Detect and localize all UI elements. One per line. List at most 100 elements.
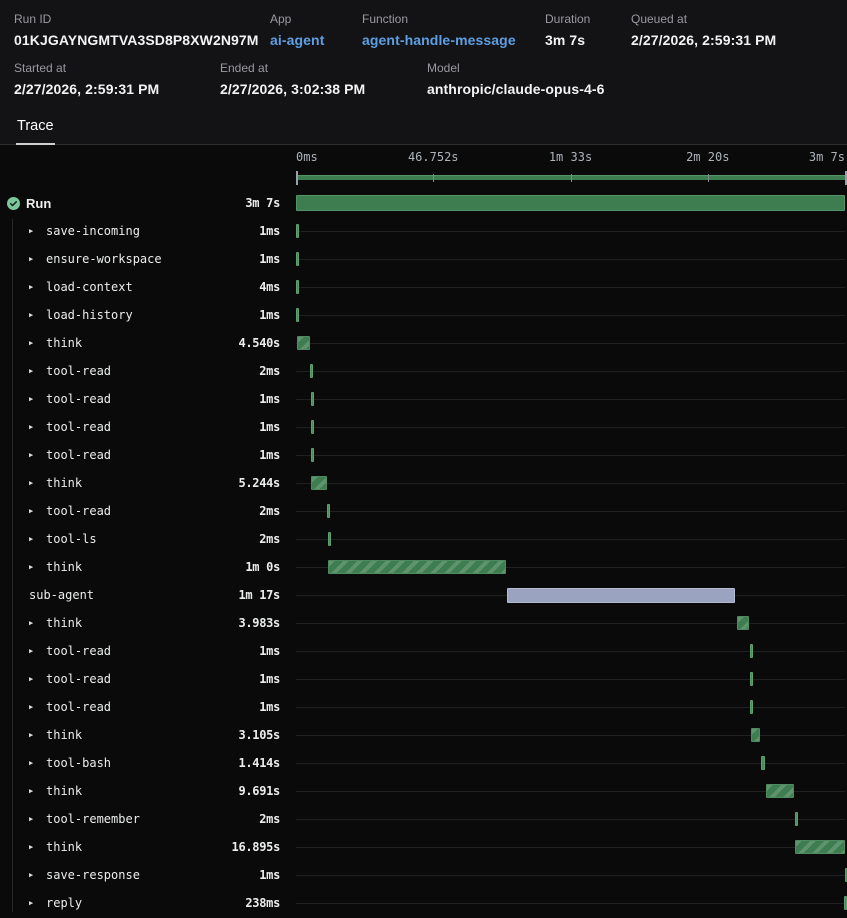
trace-panel: 0ms46.752s1m 33s2m 20s3m 7s Run3m 7s▶sav…	[0, 145, 847, 917]
span-name: think	[46, 476, 82, 490]
axis-tick-label: 3m 7s	[809, 150, 845, 164]
span-bar-load-history[interactable]	[296, 308, 299, 322]
span-row-tool-read[interactable]: ▶tool-read1ms	[0, 665, 847, 693]
expand-caret-icon[interactable]: ▶	[29, 424, 39, 431]
field-app: App ai-agent	[270, 12, 362, 48]
span-bar-tool-ls[interactable]	[328, 532, 331, 546]
expand-caret-icon[interactable]: ▶	[29, 816, 39, 823]
span-name: Run	[26, 196, 51, 211]
span-name: reply	[46, 896, 82, 910]
span-bar-tool-read[interactable]	[311, 420, 314, 434]
track-guide-line	[296, 651, 845, 652]
span-row-think[interactable]: ▶think1m 0s	[0, 553, 847, 581]
minimap-tick	[433, 174, 434, 182]
span-row-label-cell: sub-agent1m 17s	[0, 581, 293, 609]
span-name: think	[46, 616, 82, 630]
expand-caret-icon[interactable]: ▶	[29, 844, 39, 851]
span-bar-tool-read[interactable]	[310, 364, 313, 378]
expand-caret-icon[interactable]: ▶	[29, 900, 39, 907]
span-row-tool-read[interactable]: ▶tool-read1ms	[0, 385, 847, 413]
span-duration: 1ms	[259, 868, 280, 882]
expand-caret-icon[interactable]: ▶	[29, 872, 39, 879]
span-row-tool-read[interactable]: ▶tool-read1ms	[0, 441, 847, 469]
span-row-reply[interactable]: ▶ reply 238ms	[0, 889, 847, 917]
span-row-tool-read[interactable]: ▶tool-read2ms	[0, 497, 847, 525]
expand-caret-icon[interactable]: ▶	[29, 508, 39, 515]
span-track	[293, 273, 847, 301]
span-row-think[interactable]: ▶think4.540s	[0, 329, 847, 357]
expand-caret-icon[interactable]: ▶	[29, 564, 39, 571]
expand-caret-icon[interactable]: ▶	[29, 536, 39, 543]
function-link[interactable]: agent-handle-message	[362, 32, 545, 48]
span-row-run[interactable]: Run3m 7s	[0, 189, 847, 217]
span-bar-tool-bash[interactable]	[761, 756, 765, 770]
expand-caret-icon[interactable]: ▶	[29, 480, 39, 487]
span-track	[293, 357, 847, 385]
span-track	[293, 637, 847, 665]
expand-caret-icon[interactable]: ▶	[29, 340, 39, 347]
expand-caret-icon[interactable]: ▶	[29, 788, 39, 795]
span-row-tool-read[interactable]: ▶tool-read1ms	[0, 637, 847, 665]
span-bar-save-incoming[interactable]	[296, 224, 299, 238]
span-row-tool-bash[interactable]: ▶tool-bash1.414s	[0, 749, 847, 777]
span-bar-load-context[interactable]	[296, 280, 299, 294]
span-row-load-context[interactable]: ▶load-context4ms	[0, 273, 847, 301]
span-bar-tool-read[interactable]	[750, 672, 753, 686]
span-row-sub-agent[interactable]: sub-agent1m 17s	[0, 581, 847, 609]
span-row-tool-read[interactable]: ▶tool-read1ms	[0, 693, 847, 721]
span-row-tool-read[interactable]: ▶tool-read2ms	[0, 357, 847, 385]
expand-caret-icon[interactable]: ▶	[29, 396, 39, 403]
span-name: tool-bash	[46, 756, 111, 770]
span-bar-tool-remember[interactable]	[795, 812, 798, 826]
span-row-save-response[interactable]: ▶save-response1ms	[0, 861, 847, 889]
expand-caret-icon[interactable]: ▶	[29, 620, 39, 627]
minimap-handle[interactable]	[296, 171, 298, 185]
expand-caret-icon[interactable]: ▶	[29, 284, 39, 291]
span-bar-tool-read[interactable]	[311, 448, 314, 462]
span-bar-tool-read[interactable]	[750, 644, 753, 658]
span-bar-tool-read[interactable]	[327, 504, 330, 518]
span-row-load-history[interactable]: ▶load-history1ms	[0, 301, 847, 329]
span-row-think[interactable]: ▶think5.244s	[0, 469, 847, 497]
span-track	[293, 413, 847, 441]
app-link[interactable]: ai-agent	[270, 32, 362, 48]
tab-trace[interactable]: Trace	[16, 114, 55, 145]
span-bar-sub-agent[interactable]	[507, 588, 735, 603]
span-bar-think[interactable]	[766, 784, 794, 798]
span-row-tool-read[interactable]: ▶tool-read1ms	[0, 413, 847, 441]
span-row-think[interactable]: ▶think3.105s	[0, 721, 847, 749]
span-row-think[interactable]: ▶think16.895s	[0, 833, 847, 861]
span-name: load-history	[46, 308, 133, 322]
span-row-ensure-workspace[interactable]: ▶ensure-workspace1ms	[0, 245, 847, 273]
expand-caret-icon[interactable]: ▶	[29, 228, 39, 235]
span-bar-ensure-workspace[interactable]	[296, 252, 299, 266]
span-bar-think[interactable]	[297, 336, 310, 350]
expand-caret-icon[interactable]: ▶	[29, 312, 39, 319]
expand-caret-icon[interactable]: ▶	[29, 732, 39, 739]
expand-caret-icon[interactable]: ▶	[29, 368, 39, 375]
span-duration: 238ms	[245, 896, 280, 910]
span-bar-think[interactable]	[795, 840, 845, 854]
span-bar-run[interactable]	[296, 195, 845, 211]
expand-caret-icon[interactable]: ▶	[29, 676, 39, 683]
span-row-think[interactable]: ▶think9.691s	[0, 777, 847, 805]
span-bar-think[interactable]	[311, 476, 326, 490]
timeline-minimap[interactable]	[293, 170, 847, 185]
span-row-think[interactable]: ▶think3.983s	[0, 609, 847, 637]
expand-caret-icon[interactable]: ▶	[29, 704, 39, 711]
expand-caret-icon[interactable]: ▶	[29, 760, 39, 767]
span-name: save-incoming	[46, 224, 140, 238]
span-row-save-incoming[interactable]: ▶save-incoming1ms	[0, 217, 847, 245]
span-row-tool-remember[interactable]: ▶tool-remember2ms	[0, 805, 847, 833]
tree-guide-line	[12, 219, 13, 912]
span-bar-tool-read[interactable]	[311, 392, 314, 406]
expand-caret-icon[interactable]: ▶	[29, 648, 39, 655]
track-guide-line	[296, 679, 845, 680]
span-row-tool-ls[interactable]: ▶tool-ls2ms	[0, 525, 847, 553]
span-bar-think[interactable]	[328, 560, 505, 574]
span-bar-tool-read[interactable]	[750, 700, 753, 714]
expand-caret-icon[interactable]: ▶	[29, 452, 39, 459]
span-bar-think[interactable]	[737, 616, 749, 630]
span-bar-think[interactable]	[751, 728, 760, 742]
expand-caret-icon[interactable]: ▶	[29, 256, 39, 263]
